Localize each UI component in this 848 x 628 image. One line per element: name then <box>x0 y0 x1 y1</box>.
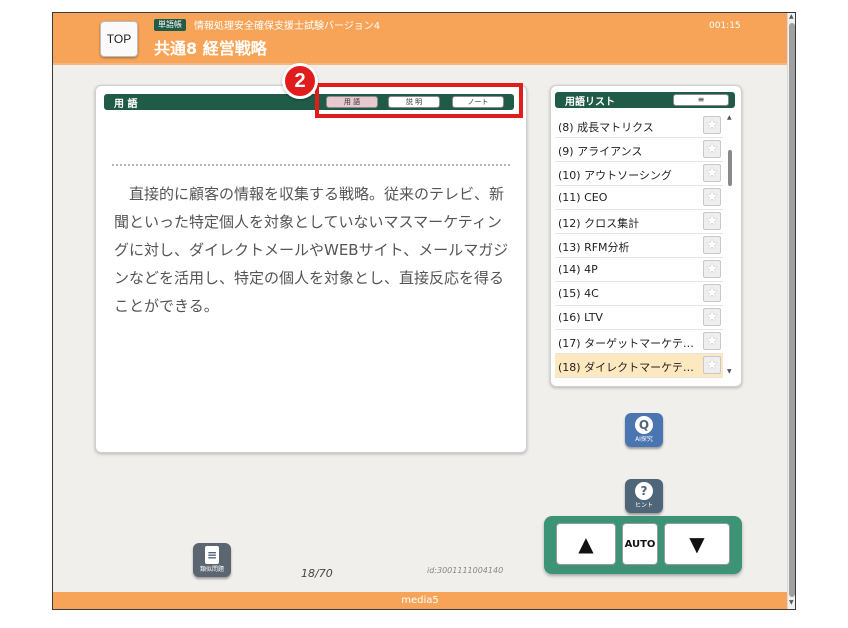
timer: 001:15 <box>709 21 741 31</box>
list-item[interactable]: (9) アライアンス ★ <box>555 138 723 162</box>
list-item-label: (9) アライアンス <box>558 145 643 158</box>
list-item-label: (8) 成長マトリクス <box>558 121 654 134</box>
page-title: 共通8 経営戦略 <box>154 39 267 58</box>
list-item[interactable]: (16) LTV ★ <box>555 306 723 330</box>
list-item-label: (12) クロス集計 <box>558 217 640 230</box>
star-icon[interactable]: ★ <box>703 140 721 158</box>
star-icon[interactable]: ★ <box>703 356 721 374</box>
footer-bar: media5 <box>53 592 787 609</box>
star-icon[interactable]: ★ <box>703 308 721 326</box>
ai-explore-label: AI探究 <box>635 436 653 443</box>
navigation-pad: ▲ AUTO ▼ <box>544 516 742 574</box>
exam-subtitle: 情報処理安全確保支援士試験バージョン4 <box>194 21 381 32</box>
star-icon[interactable]: ★ <box>703 332 721 350</box>
term-list-title: 用語リスト <box>565 97 615 108</box>
divider <box>112 164 510 166</box>
list-item[interactable]: (8) 成長マトリクス ★ <box>555 114 723 138</box>
star-icon[interactable]: ★ <box>703 188 721 206</box>
list-item[interactable]: (12) クロス集計 ★ <box>555 210 723 234</box>
list-item[interactable]: (15) 4C ★ <box>555 282 723 306</box>
list-item-selected[interactable]: (18) ダイレクトマーケテ… ★ <box>555 354 723 378</box>
list-item-label: (13) RFM分析 <box>558 241 630 254</box>
list-item[interactable]: (14) 4P ★ <box>555 258 723 282</box>
list-item[interactable]: (10) アウトソーシング ★ <box>555 162 723 186</box>
list-scrollbar[interactable]: ▲ ▼ <box>727 114 733 380</box>
list-item-label: (11) CEO <box>558 191 608 204</box>
term-list: (8) 成長マトリクス ★ (9) アライアンス ★ (10) アウトソーシング ★ … <box>555 114 725 380</box>
scroll-thumb[interactable] <box>728 150 732 186</box>
window-scroll-thumb[interactable] <box>789 23 795 597</box>
ai-search-icon: Q <box>635 416 653 434</box>
list-item[interactable]: (11) CEO ★ <box>555 186 723 210</box>
similar-questions-label: 類似問題 <box>199 566 224 573</box>
top-button[interactable]: TOP <box>100 21 138 57</box>
hint-button[interactable]: ? ヒント <box>625 479 663 513</box>
list-item-label: (17) ターゲットマーケテ… <box>558 337 694 350</box>
term-list-header: 用語リスト ≡ <box>555 92 735 108</box>
list-item-label: (15) 4C <box>558 287 599 300</box>
term-panel-title: 用 語 <box>114 99 138 110</box>
star-icon[interactable]: ★ <box>703 116 721 134</box>
page-counter: 18/70 <box>301 567 333 580</box>
scroll-up-icon[interactable]: ▲ <box>789 13 794 20</box>
hint-label: ヒント <box>634 502 653 509</box>
list-item-label: (10) アウトソーシング <box>558 169 672 182</box>
list-item-label: (14) 4P <box>558 263 598 276</box>
definition-text: 直接的に顧客の情報を収集する戦略。従来のテレビ、新聞といった特定個人を対象として… <box>114 185 509 315</box>
term-list-panel: 用語リスト ≡ (8) 成長マトリクス ★ (9) アライアンス ★ (10) アウ… <box>550 85 742 387</box>
scroll-up-icon[interactable]: ▲ <box>727 114 732 121</box>
star-icon[interactable]: ★ <box>703 164 721 182</box>
window-scrollbar[interactable]: ▲ ▼ <box>787 13 795 609</box>
scroll-down-icon[interactable]: ▼ <box>789 599 794 606</box>
star-icon[interactable]: ★ <box>703 260 721 278</box>
term-id: id:3001111004140 <box>427 566 504 575</box>
up-arrow-icon: ▲ <box>578 532 594 556</box>
star-icon[interactable]: ★ <box>703 212 721 230</box>
similar-questions-button[interactable]: ≡ 類似問題 <box>193 543 231 577</box>
auto-button[interactable]: AUTO <box>622 523 658 565</box>
term-panel: 用 語 用 語 説 明 ノート 直接的に顧客の情報を収集する戦略。従来のテレビ、… <box>95 85 527 453</box>
star-icon[interactable]: ★ <box>703 236 721 254</box>
scroll-down-icon[interactable]: ▼ <box>727 368 732 375</box>
highlight-box <box>315 83 523 118</box>
flashcard-badge: 単語帳 <box>154 19 186 31</box>
down-arrow-icon: ▼ <box>689 532 705 556</box>
document-icon: ≡ <box>205 546 219 564</box>
question-icon: ? <box>635 482 653 500</box>
next-button[interactable]: ▼ <box>664 523 730 565</box>
app-window: TOP 単語帳 情報処理安全確保支援士試験バージョン4 共通8 経営戦略 001… <box>52 12 796 610</box>
list-item-label: (16) LTV <box>558 311 603 324</box>
list-item[interactable]: (17) ターゲットマーケテ… ★ <box>555 330 723 354</box>
list-item[interactable]: (13) RFM分析 ★ <box>555 234 723 258</box>
previous-button[interactable]: ▲ <box>556 523 616 565</box>
list-menu-button[interactable]: ≡ <box>673 94 729 106</box>
star-icon[interactable]: ★ <box>703 284 721 302</box>
ai-explore-button[interactable]: Q AI探究 <box>625 413 663 447</box>
list-item-label: (18) ダイレクトマーケテ… <box>558 361 694 374</box>
header-bar: TOP 単語帳 情報処理安全確保支援士試験バージョン4 共通8 経営戦略 001… <box>53 13 787 65</box>
step-marker: 2 <box>282 63 318 99</box>
